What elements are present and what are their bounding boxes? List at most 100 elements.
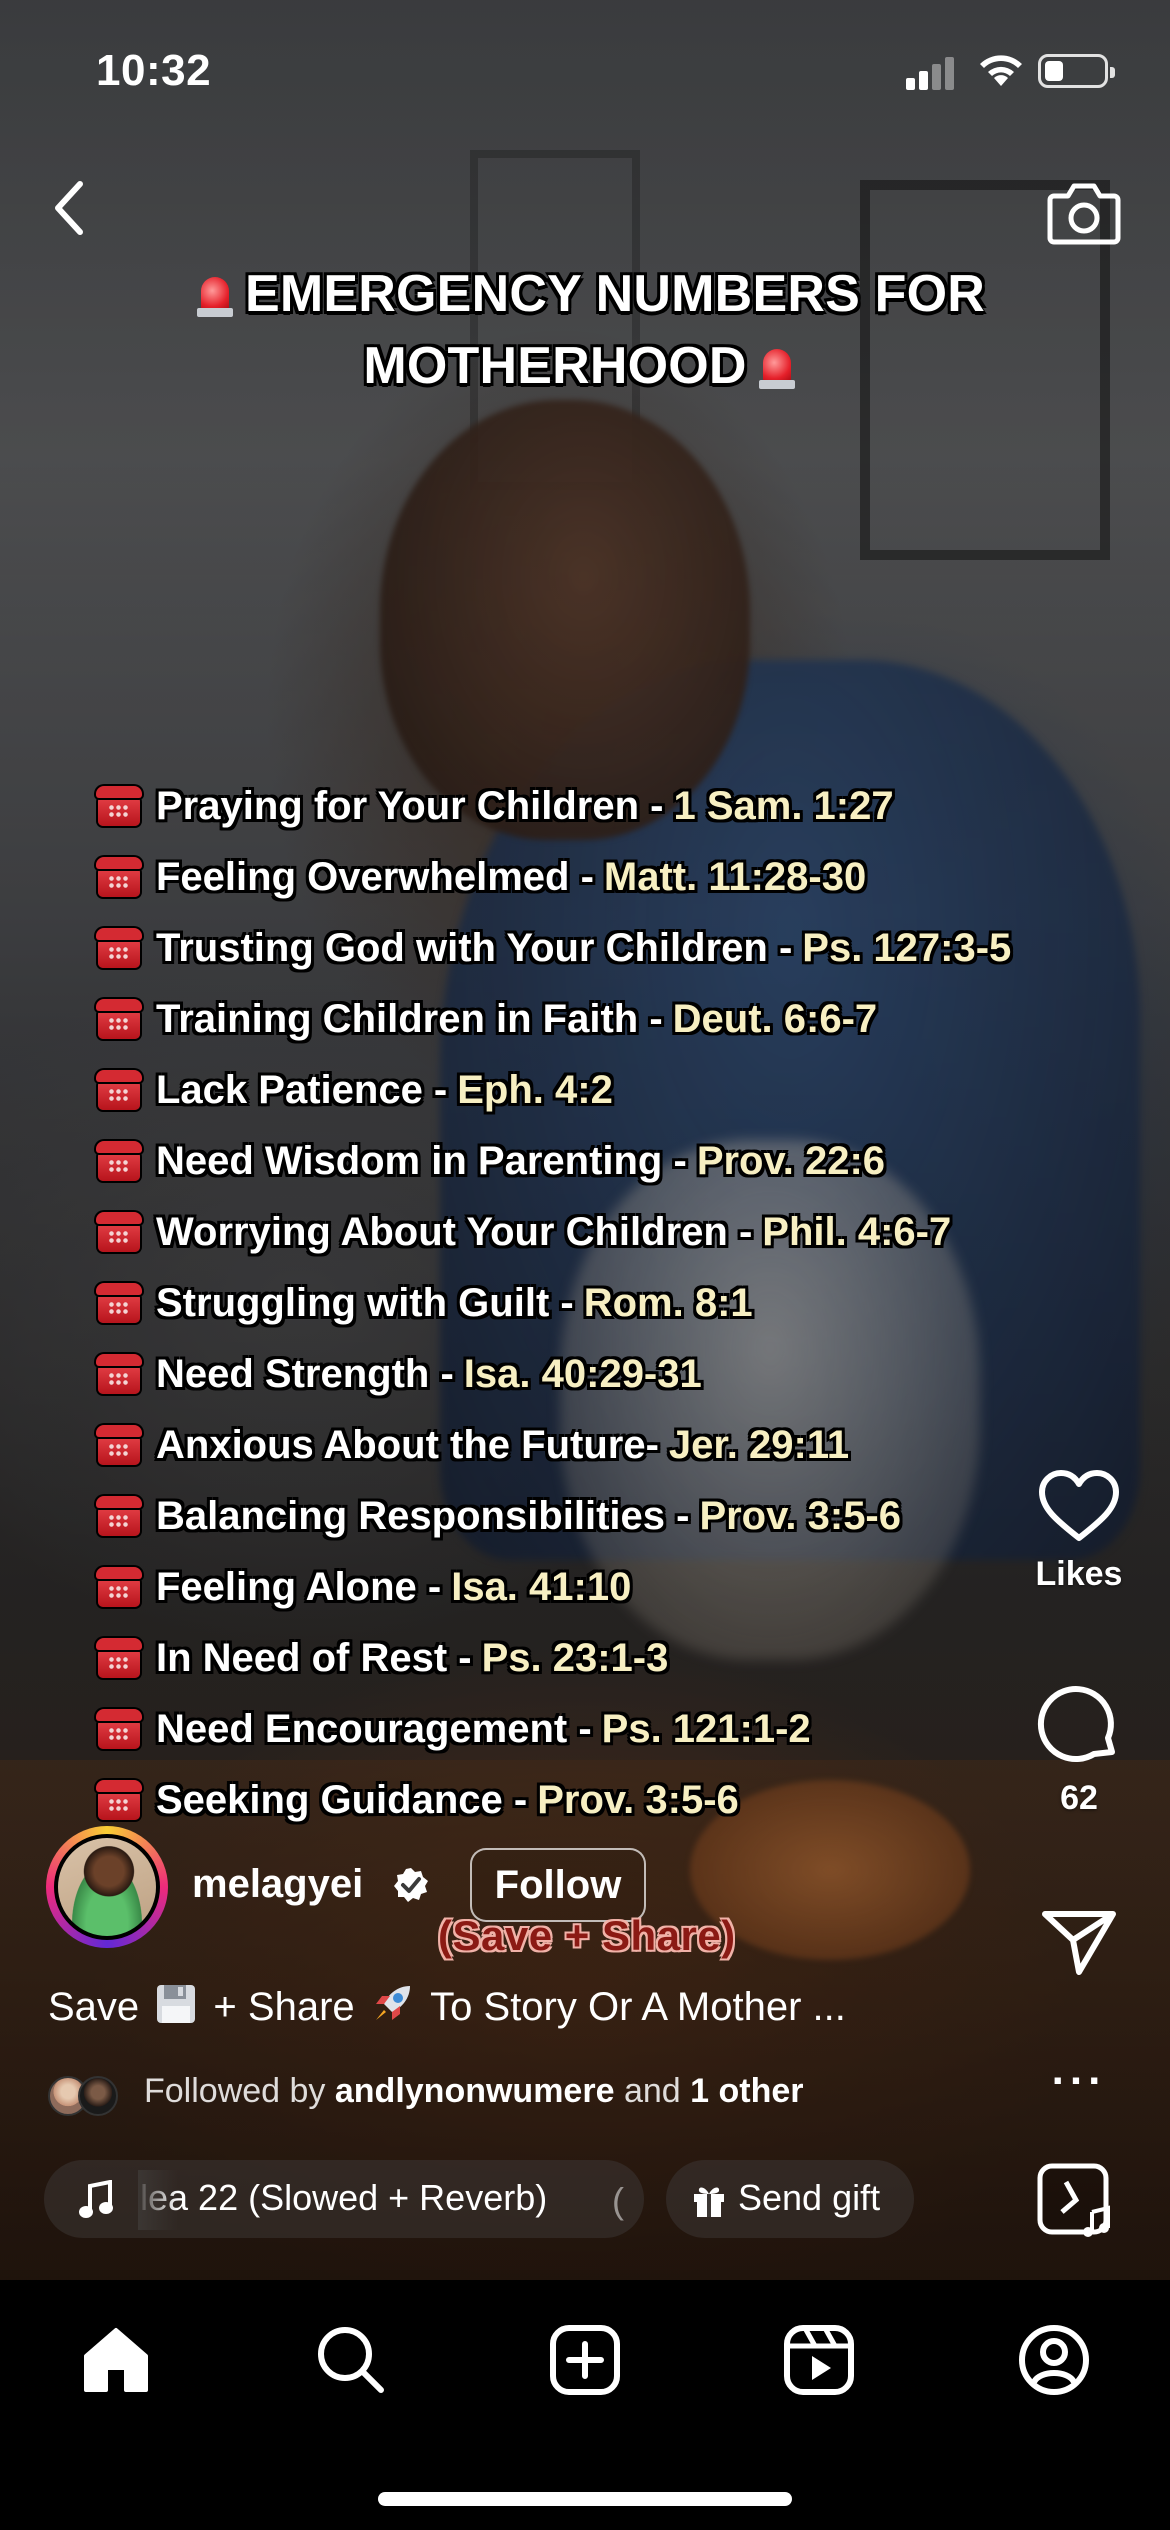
cellular-signal-icon xyxy=(906,54,958,90)
list-item: Worrying About Your Children - Phil. 4:6-… xyxy=(96,1196,1156,1267)
telephone-icon xyxy=(96,997,142,1041)
telephone-icon xyxy=(96,1636,142,1680)
list-item: Trusting God with Your Children - Ps. 127… xyxy=(96,912,1156,983)
item-label: In Need of Rest - xyxy=(156,1635,472,1680)
home-indicator xyxy=(378,2492,792,2506)
telephone-icon xyxy=(96,1139,142,1183)
item-label: Worrying About Your Children - xyxy=(156,1209,753,1254)
battery-icon xyxy=(1038,54,1115,88)
list-item: In Need of Rest - Ps. 23:1-3 xyxy=(96,1622,1156,1693)
item-reference: Matt. 11:28-30 xyxy=(603,854,867,899)
comment-icon[interactable] xyxy=(1036,1682,1122,1768)
audio-track-pill[interactable]: lea 22 (Slowed + Reverb) ( xyxy=(44,2160,644,2238)
list-item: Training Children in Faith - Deut. 6:6-7 xyxy=(96,983,1156,1054)
profile-icon[interactable] xyxy=(1014,2320,1094,2400)
post-title: EMERGENCY NUMBERS FOR MOTHERHOOD xyxy=(100,258,1070,402)
like-control[interactable]: Likes xyxy=(1014,1468,1144,1594)
emergency-list: Praying for Your Children -1 Sam. 1:27 F… xyxy=(96,770,1156,1835)
more-options-button[interactable]: ... xyxy=(1014,2040,1144,2100)
item-reference: 1 Sam. 1:27 xyxy=(673,783,894,828)
telephone-icon xyxy=(96,1281,142,1325)
siren-icon xyxy=(195,271,235,317)
share-icon[interactable] xyxy=(1039,1906,1119,1978)
more-icon[interactable]: ... xyxy=(1014,2040,1144,2100)
caption[interactable]: Save + Share To Story Or A Mother ... xyxy=(48,1980,846,2030)
followed-by-text[interactable]: Followed by andlynonwumere and 1 other xyxy=(144,2072,803,2111)
followed-by-avatars xyxy=(48,2076,128,2118)
telephone-icon xyxy=(96,1210,142,1254)
item-reference: Prov. 22:6 xyxy=(696,1138,886,1183)
list-item: Need Strength - Isa. 40:29-31 xyxy=(96,1338,1156,1409)
rocket-icon xyxy=(375,1986,410,2020)
audio-thumbnail-icon[interactable] xyxy=(1036,2162,1116,2242)
telephone-icon xyxy=(96,784,142,828)
telephone-icon xyxy=(96,1352,142,1396)
list-item: Need Wisdom in Parenting - Prov. 22:6 xyxy=(96,1125,1156,1196)
verified-badge-icon xyxy=(394,1868,428,1902)
item-label: Praying for Your Children - xyxy=(156,783,664,828)
list-item: Struggling with Guilt - Rom. 8:1 xyxy=(96,1267,1156,1338)
avatar-image xyxy=(58,1838,156,1936)
save-share-overlay: (Save + Share) xyxy=(438,1912,736,1959)
create-icon[interactable] xyxy=(545,2320,625,2400)
music-note-icon xyxy=(79,2180,113,2218)
item-label: Need Encouragement - xyxy=(156,1706,592,1751)
list-item: Feeling Overwhelmed - Matt. 11:28-30 xyxy=(96,841,1156,912)
item-reference: Ps. 23:1-3 xyxy=(481,1635,669,1680)
username[interactable]: melagyei xyxy=(192,1862,363,1907)
list-item: Balancing Responsibilities - Prov. 3:5-6 xyxy=(96,1480,1156,1551)
caption-text: To Story Or A Mother ... xyxy=(430,1985,846,2029)
list-item: Feeling Alone - Isa. 41:10 xyxy=(96,1551,1156,1622)
telephone-icon xyxy=(96,1778,142,1822)
item-reference: Eph. 4:2 xyxy=(457,1067,613,1112)
reels-icon[interactable] xyxy=(779,2320,859,2400)
caption-text: + Share xyxy=(213,1985,355,2029)
telephone-icon xyxy=(96,1068,142,1112)
item-reference: Prov. 3:5-6 xyxy=(699,1493,901,1538)
wifi-icon xyxy=(980,55,1022,86)
telephone-icon xyxy=(96,1494,142,1538)
item-label: Trusting God with Your Children - xyxy=(156,925,793,970)
telephone-icon xyxy=(96,855,142,899)
caption-text: Save xyxy=(48,1985,140,2029)
item-label: Balancing Responsibilities - xyxy=(156,1493,690,1538)
list-item: Seeking Guidance - Prov. 3:5-6 xyxy=(96,1764,1156,1835)
reel-viewer: 10:32 EMERGENCY NUMBERS FOR MOTHERHOOD P… xyxy=(0,0,1170,2280)
home-icon[interactable] xyxy=(76,2320,156,2400)
telephone-icon xyxy=(96,1565,142,1609)
item-label: Lack Patience - xyxy=(156,1067,448,1112)
list-item: Praying for Your Children -1 Sam. 1:27 xyxy=(96,770,1156,841)
heart-icon[interactable] xyxy=(1036,1468,1122,1544)
camera-icon[interactable] xyxy=(1046,178,1122,246)
search-icon[interactable] xyxy=(311,2320,391,2400)
item-label: Feeling Overwhelmed - xyxy=(156,854,594,899)
gift-icon xyxy=(694,2187,724,2217)
item-reference: Deut. 6:6-7 xyxy=(672,996,878,1041)
share-control[interactable] xyxy=(1014,1906,1144,1983)
list-item: Lack Patience - Eph. 4:2 xyxy=(96,1054,1156,1125)
telephone-icon xyxy=(96,1423,142,1467)
send-gift-button[interactable]: Send gift xyxy=(666,2160,914,2238)
item-label: Seeking Guidance - xyxy=(156,1777,528,1822)
telephone-icon xyxy=(96,1707,142,1751)
back-chevron-icon[interactable] xyxy=(48,178,92,238)
title-line1: EMERGENCY NUMBERS FOR xyxy=(245,265,985,323)
avatar[interactable] xyxy=(46,1826,168,1948)
comments-count: 62 xyxy=(1060,1779,1098,1817)
siren-icon xyxy=(757,343,797,389)
item-reference: Ps. 121:1-2 xyxy=(601,1706,811,1751)
item-reference: Phil. 4:6-7 xyxy=(762,1209,952,1254)
item-reference: Isa. 41:10 xyxy=(451,1564,632,1609)
comment-control[interactable]: 62 xyxy=(1014,1682,1144,1818)
item-reference: Isa. 40:29-31 xyxy=(463,1351,702,1396)
item-label: Need Strength - xyxy=(156,1351,454,1396)
audio-track-name: lea 22 (Slowed + Reverb) xyxy=(140,2177,548,2218)
item-reference: Ps. 127:3-5 xyxy=(802,925,1012,970)
floppy-disk-icon xyxy=(157,1985,196,2023)
item-reference: Rom. 8:1 xyxy=(583,1280,753,1325)
telephone-icon xyxy=(96,926,142,970)
item-reference: Jer. 29:11 xyxy=(668,1422,850,1467)
list-item: Anxious About the Future- Jer. 29:11 xyxy=(96,1409,1156,1480)
likes-label: Likes xyxy=(1035,1555,1123,1593)
follow-button[interactable]: Follow xyxy=(470,1848,646,1922)
